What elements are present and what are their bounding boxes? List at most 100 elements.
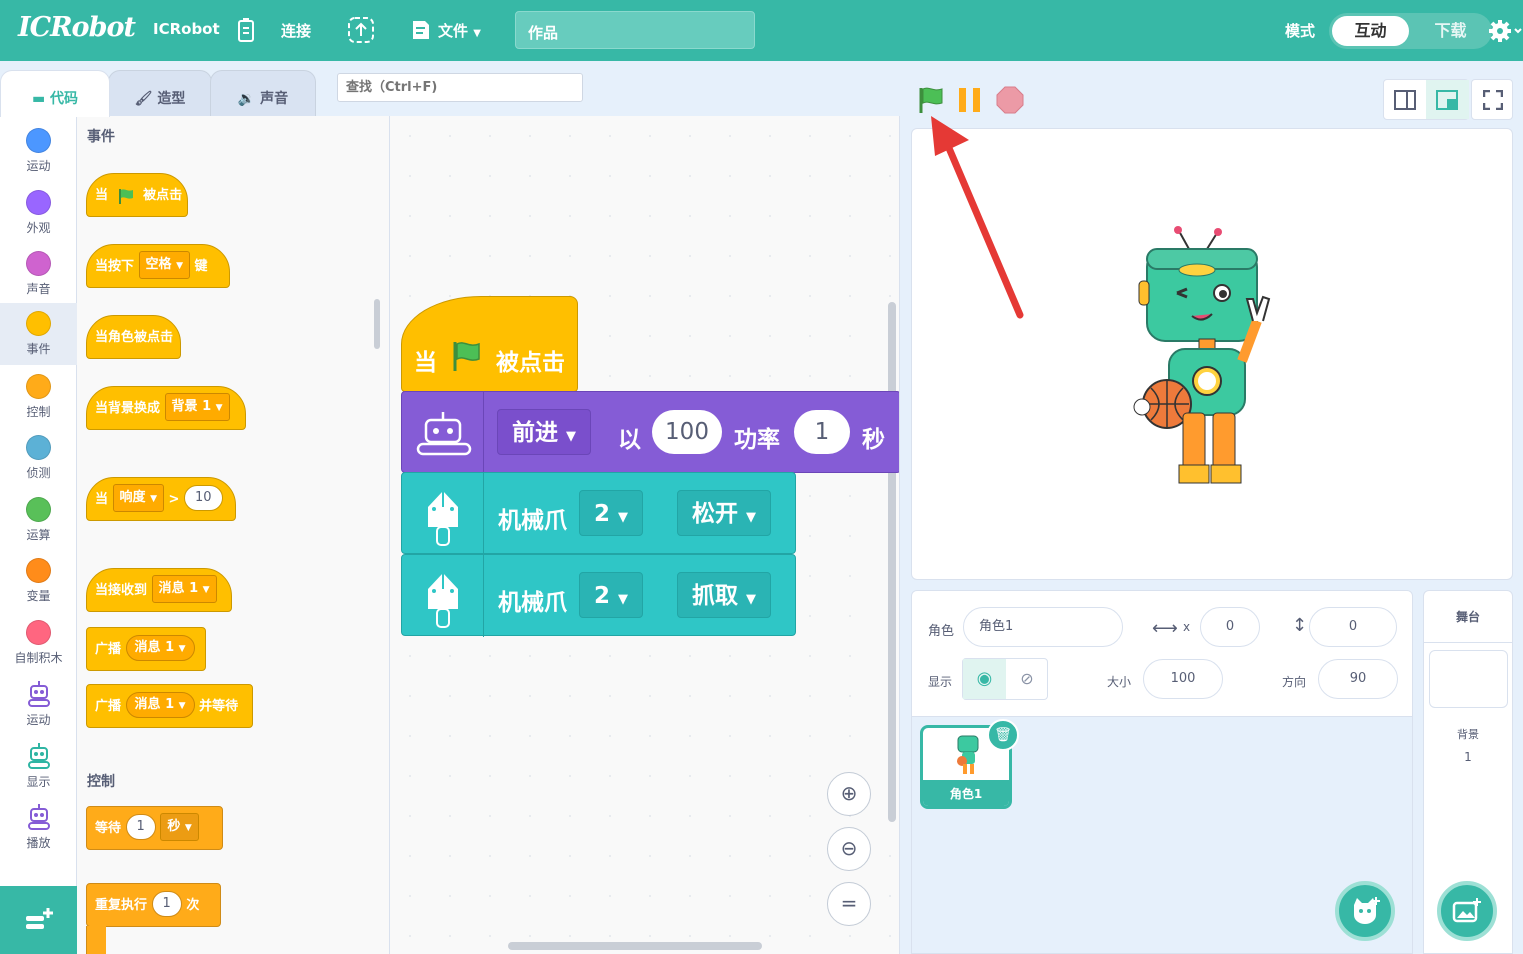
project-title-input[interactable]: 作品	[515, 11, 755, 49]
block-text: 广播	[95, 699, 122, 714]
dropdown-value: 松开	[692, 501, 738, 527]
repeat-value-input[interactable]: 1	[151, 891, 182, 917]
zoom-in-icon: ⊕	[840, 781, 858, 805]
tab-costume[interactable]: 🖌 造型	[108, 70, 212, 117]
block-text: 机械爪	[498, 508, 567, 534]
add-sprite-button[interactable]	[1335, 881, 1395, 941]
loudness-value-input[interactable]: 10	[183, 485, 223, 511]
backdrop-thumbnail[interactable]	[1429, 650, 1508, 708]
block-when-receive[interactable]: 当接收到 消息 1 ▼	[86, 568, 232, 612]
script-claw-grab[interactable]: 机械爪 2 ▼ 抓取 ▼	[401, 554, 796, 637]
chevron-down-icon: ▼	[566, 429, 577, 444]
script-when-flag-clicked[interactable]: 当 被点击	[401, 296, 578, 392]
block-when-sprite-clicked[interactable]: 当角色被点击	[86, 315, 181, 359]
add-extension-button[interactable]	[0, 886, 77, 954]
category-sensing[interactable]: 侦测	[0, 427, 77, 489]
broadcast-message-dropdown[interactable]: 消息 1 ▼	[125, 635, 195, 661]
direction-dropdown[interactable]: 前进 ▼	[497, 409, 592, 455]
script-robot-move[interactable]: 前进 ▼ 以 100 功率 1 秒	[401, 391, 899, 474]
robot-car-icon	[416, 412, 472, 456]
dropdown-value: 消息 1	[134, 697, 175, 712]
script-claw-open[interactable]: 机械爪 2 ▼ 松开 ▼	[401, 472, 796, 555]
category-dot	[26, 311, 51, 336]
block-when-flag-clicked[interactable]: 当 被点击	[86, 173, 188, 217]
y-position-input[interactable]: 0	[1309, 607, 1397, 647]
direction-input[interactable]: 90	[1318, 659, 1398, 699]
mode-download-button[interactable]: 下载	[1410, 13, 1491, 49]
category-looks[interactable]: 外观	[0, 182, 77, 244]
block-text: 当背景换成	[95, 401, 161, 416]
key-dropdown[interactable]: 空格 ▼	[138, 251, 191, 279]
claw-action-dropdown[interactable]: 抓取 ▼	[677, 572, 772, 618]
block-search-input[interactable]	[337, 73, 583, 102]
block-repeat[interactable]: 重复执行 1 次	[86, 883, 221, 927]
app-logo[interactable]: ICRobot	[18, 12, 136, 43]
backdrop-dropdown[interactable]: 背景 1 ▼	[164, 393, 230, 421]
settings-gear-icon[interactable]	[1489, 19, 1523, 43]
script-workspace[interactable]: 当 被点击 前进 ▼ 以 100 功率 1 秒 机械爪 2 ▼ 松开 ▼ 机械爪…	[390, 116, 900, 954]
top-bar: ICRobot ICRobot 连接 文件 ▼ 作品 模式 互动 下载	[0, 0, 1523, 61]
hide-sprite-button[interactable]: ⊘	[1006, 659, 1048, 699]
x-position-input[interactable]: 0	[1200, 607, 1260, 647]
zoom-reset-button[interactable]: =	[827, 882, 871, 926]
category-operators[interactable]: 运算	[0, 489, 77, 551]
sensor-dropdown[interactable]: 响度 ▼	[112, 484, 165, 512]
duration-value-input[interactable]: 1	[794, 410, 850, 454]
category-label: 运动	[26, 713, 51, 727]
block-wait[interactable]: 等待 1 秒 ▼	[86, 806, 223, 850]
workspace-horizontal-scrollbar[interactable]	[508, 942, 762, 950]
power-value-input[interactable]: 100	[652, 410, 722, 454]
block-text: 以	[618, 427, 641, 453]
category-variables[interactable]: 变量	[0, 550, 77, 612]
file-menu[interactable]: 文件 ▼	[438, 20, 481, 41]
normal-stage-button[interactable]	[1426, 80, 1469, 119]
zoom-out-button[interactable]: ⊖	[827, 827, 871, 871]
category-events[interactable]: 事件	[0, 303, 77, 365]
add-backdrop-button[interactable]	[1437, 881, 1497, 941]
category-motion[interactable]: 运动	[0, 120, 77, 182]
show-sprite-button[interactable]: ◉	[963, 659, 1006, 699]
chevron-down-icon: ▼	[215, 403, 223, 413]
category-display[interactable]: 显示	[0, 736, 77, 798]
block-when-loudness[interactable]: 当 响度 ▼ > 10	[86, 477, 236, 521]
category-sound[interactable]: 声音	[0, 243, 77, 305]
brush-icon: 🖌	[134, 91, 153, 107]
claw-action-dropdown[interactable]: 松开 ▼	[677, 490, 772, 536]
mode-interactive-button[interactable]: 互动	[1332, 16, 1409, 46]
time-unit-dropdown[interactable]: 秒 ▼	[160, 813, 199, 841]
delete-sprite-button[interactable]: 🗑	[987, 719, 1019, 751]
block-when-backdrop-switches[interactable]: 当背景换成 背景 1 ▼	[86, 386, 246, 430]
wait-value-input[interactable]: 1	[125, 814, 156, 840]
broadcast-wait-message-dropdown[interactable]: 消息 1 ▼	[125, 692, 195, 718]
category-my-blocks[interactable]: 自制积木	[0, 612, 77, 674]
connect-button[interactable]: 连接	[281, 20, 311, 41]
file-icon[interactable]	[411, 19, 431, 41]
block-broadcast[interactable]: 广播 消息 1 ▼	[86, 627, 206, 671]
category-robot-motion[interactable]: 运动	[0, 674, 77, 736]
stage-selector-panel[interactable]: 舞台 背景 1	[1423, 590, 1513, 954]
workspace-vertical-scrollbar[interactable]	[888, 302, 896, 822]
small-stage-button[interactable]	[1384, 80, 1426, 119]
block-when-key-pressed[interactable]: 当按下 空格 ▼ 键	[86, 244, 230, 288]
claw-number-dropdown[interactable]: 2 ▼	[579, 490, 644, 536]
category-control[interactable]: 控制	[0, 366, 77, 428]
zoom-in-button[interactable]: ⊕	[827, 772, 871, 816]
small-stage-icon	[1394, 90, 1416, 110]
robot-sprite[interactable]	[1117, 221, 1287, 491]
horizontal-arrows-icon: ⟷	[1152, 618, 1178, 639]
tab-code[interactable]: ▬ 代码	[0, 70, 110, 117]
robot-motion-icon	[28, 681, 50, 707]
message-dropdown[interactable]: 消息 1 ▼	[151, 575, 217, 603]
chevron-down-icon: ▼	[184, 823, 192, 833]
palette-scrollbar[interactable]	[374, 299, 380, 349]
block-broadcast-and-wait[interactable]: 广播 消息 1 ▼ 并等待	[86, 684, 253, 728]
tab-sound[interactable]: 🔉 声音	[210, 70, 316, 117]
category-play[interactable]: 播放	[0, 797, 77, 859]
sprite-name-input[interactable]: 角色1	[963, 607, 1123, 647]
battery-icon[interactable]	[236, 17, 256, 43]
size-input[interactable]: 100	[1143, 659, 1223, 699]
upload-firmware-icon[interactable]	[345, 14, 377, 46]
claw-number-dropdown[interactable]: 2 ▼	[579, 572, 644, 618]
fullscreen-button[interactable]	[1471, 79, 1513, 120]
category-label: 显示	[26, 775, 51, 789]
